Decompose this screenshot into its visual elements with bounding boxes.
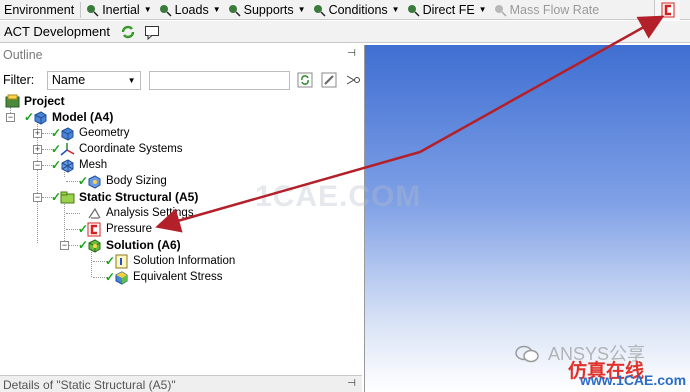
filter-type-value: Name [51, 73, 86, 87]
collapse-toggle[interactable]: − [33, 161, 42, 170]
mass-flow-rate-label: Mass Flow Rate [509, 2, 600, 17]
details-panel-header: Details of "Static Structural (A5)" ⊣ [0, 375, 362, 392]
inertial-label: Inertial [102, 2, 140, 17]
model-icon [33, 110, 48, 125]
filter-label: Filter: [3, 73, 35, 87]
site-url-text: www.1CAE.com [580, 372, 687, 388]
tree-item-label: Solution (A6) [106, 238, 181, 252]
console-icon[interactable] [144, 24, 160, 40]
tree-item-coordinate-systems[interactable]: Coordinate Systems [60, 141, 183, 157]
equivalent-stress-icon [114, 270, 129, 285]
main-toolbar: Environment Inertial ▼ Loads ▼ Supports … [0, 0, 690, 20]
solution-icon [87, 238, 102, 253]
expand-toggle[interactable]: + [33, 129, 42, 138]
tree-item-label: Equivalent Stress [133, 271, 223, 283]
custom-load-icon [661, 2, 674, 18]
tree-item-label: Static Structural (A5) [79, 190, 199, 204]
solution-information-icon [114, 254, 129, 269]
supports-label: Supports [243, 2, 294, 17]
custom-load-button[interactable] [654, 0, 680, 20]
refresh-extensions-icon[interactable] [120, 24, 136, 40]
tree-item-equivalent-stress[interactable]: Equivalent Stress [114, 269, 223, 285]
static-structural-icon [60, 190, 75, 205]
outline-tree: Project − ✓ Model (A4) + ✓ Geometry + ✓ … [0, 93, 362, 373]
tree-item-pressure[interactable]: Pressure [87, 221, 152, 237]
loads-icon [158, 3, 172, 17]
tree-item-label: Project [24, 94, 65, 108]
tree-item-solution[interactable]: Solution (A6) [87, 237, 181, 253]
tree-item-project[interactable]: Project [5, 93, 65, 109]
mesh-icon [60, 158, 75, 173]
act-toolbar: ACT Development [0, 21, 690, 43]
analysis-settings-icon [87, 206, 102, 221]
direct-fe-label: Direct FE [422, 2, 475, 17]
tree-item-label: Coordinate Systems [79, 143, 183, 155]
project-icon [5, 94, 20, 109]
clear-filter-icon[interactable] [320, 71, 338, 89]
mass-flow-rate-button[interactable]: Mass Flow Rate [491, 0, 604, 20]
tree-item-label: Solution Information [133, 255, 236, 267]
details-title: Details of "Static Structural (A5)" [3, 378, 176, 392]
tree-item-static-structural[interactable]: Static Structural (A5) [60, 189, 198, 205]
tree-item-geometry[interactable]: Geometry [60, 125, 130, 141]
conditions-label: Conditions [328, 2, 388, 17]
body-sizing-icon [87, 174, 102, 189]
tree-item-label: Analysis Settings [106, 207, 194, 219]
direct-fe-menu-button[interactable]: Direct FE ▼ [404, 0, 491, 20]
tree-item-label: Body Sizing [106, 175, 167, 187]
conditions-icon [312, 3, 326, 17]
tree-item-label: Mesh [79, 159, 108, 171]
filter-options-icon[interactable] [344, 71, 362, 89]
geometry-icon [60, 126, 75, 141]
supports-icon [227, 3, 241, 17]
chevron-down-icon: ▼ [212, 5, 221, 14]
pin-icon[interactable]: ⊣ [347, 378, 356, 389]
loads-label: Loads [174, 2, 209, 17]
chevron-down-icon: ▼ [391, 5, 400, 14]
chevron-down-icon: ▼ [143, 5, 152, 14]
outline-title: Outline [3, 48, 43, 62]
sync-filter-icon[interactable] [296, 71, 314, 89]
chevron-down-icon: ▼ [478, 5, 487, 14]
chevron-down-icon: ▼ [297, 5, 306, 14]
tree-item-solution-information[interactable]: Solution Information [114, 253, 235, 269]
loads-menu-button[interactable]: Loads ▼ [156, 0, 225, 20]
tree-item-label: Geometry [79, 127, 130, 139]
supports-menu-button[interactable]: Supports ▼ [225, 0, 310, 20]
mass-flow-rate-icon [493, 3, 507, 17]
coordinate-systems-icon [60, 142, 75, 157]
inertial-icon [85, 3, 99, 17]
tree-item-label: Pressure [106, 223, 153, 235]
collapse-toggle[interactable]: − [6, 113, 15, 122]
filter-type-select[interactable]: Name ▼ [46, 70, 141, 90]
environment-label: Environment [4, 2, 75, 17]
filter-search-input[interactable] [148, 70, 290, 90]
outline-panel-header: Outline ⊣ [0, 45, 362, 65]
watermark-text: 1CAE.COM [255, 180, 422, 213]
tree-item-body-sizing[interactable]: Body Sizing [87, 173, 167, 189]
pin-icon[interactable]: ⊣ [347, 48, 356, 59]
tree-item-mesh[interactable]: Mesh [60, 157, 107, 173]
chevron-down-icon: ▼ [127, 75, 136, 85]
act-development-label: ACT Development [4, 24, 110, 39]
expand-toggle[interactable]: + [33, 145, 42, 154]
custom-load-icon [87, 222, 102, 237]
inertial-menu-button[interactable]: Inertial ▼ [83, 0, 155, 20]
tree-item-label: Model (A4) [52, 110, 114, 124]
wechat-icon [515, 345, 539, 363]
tree-item-analysis-settings[interactable]: Analysis Settings [87, 205, 194, 221]
collapse-toggle[interactable]: − [33, 193, 42, 202]
direct-fe-icon [406, 3, 420, 17]
conditions-menu-button[interactable]: Conditions ▼ [310, 0, 404, 20]
toolbar-separator [80, 1, 82, 18]
filter-row: Filter: Name ▼ [0, 68, 362, 92]
tree-item-model[interactable]: Model (A4) [33, 109, 113, 125]
collapse-toggle[interactable]: − [60, 241, 69, 250]
